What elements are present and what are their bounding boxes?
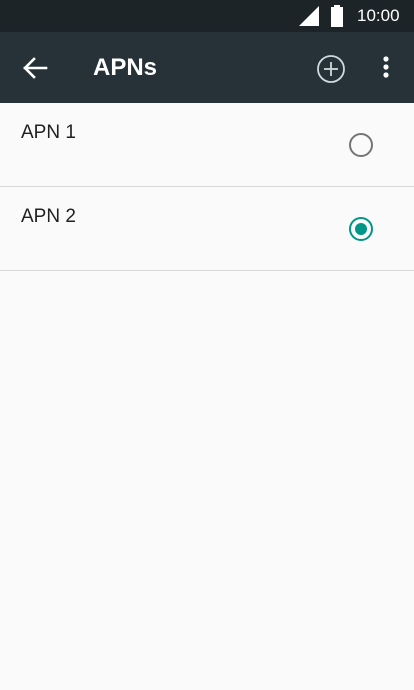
app-bar: APNs bbox=[0, 32, 414, 103]
apn-list-item-apn-2[interactable]: APN 2 bbox=[0, 187, 414, 271]
apn-name: APN 2 bbox=[21, 206, 76, 227]
status-bar: 10:00 bbox=[0, 0, 414, 32]
radio-unselected-icon[interactable] bbox=[348, 132, 374, 158]
battery-icon bbox=[331, 5, 343, 27]
add-circle-icon[interactable] bbox=[314, 52, 348, 86]
page-title: APNs bbox=[93, 54, 158, 81]
back-arrow-icon[interactable] bbox=[20, 54, 52, 82]
radio-selected-icon[interactable] bbox=[348, 216, 374, 242]
apn-list-item-apn-1[interactable]: APN 1 bbox=[0, 103, 414, 187]
status-time: 10:00 bbox=[357, 6, 400, 25]
apn-list: APN 1 APN 2 bbox=[0, 103, 414, 271]
more-vert-icon[interactable] bbox=[374, 52, 398, 86]
cell-signal-icon bbox=[299, 6, 319, 26]
apn-name: APN 1 bbox=[21, 122, 76, 143]
